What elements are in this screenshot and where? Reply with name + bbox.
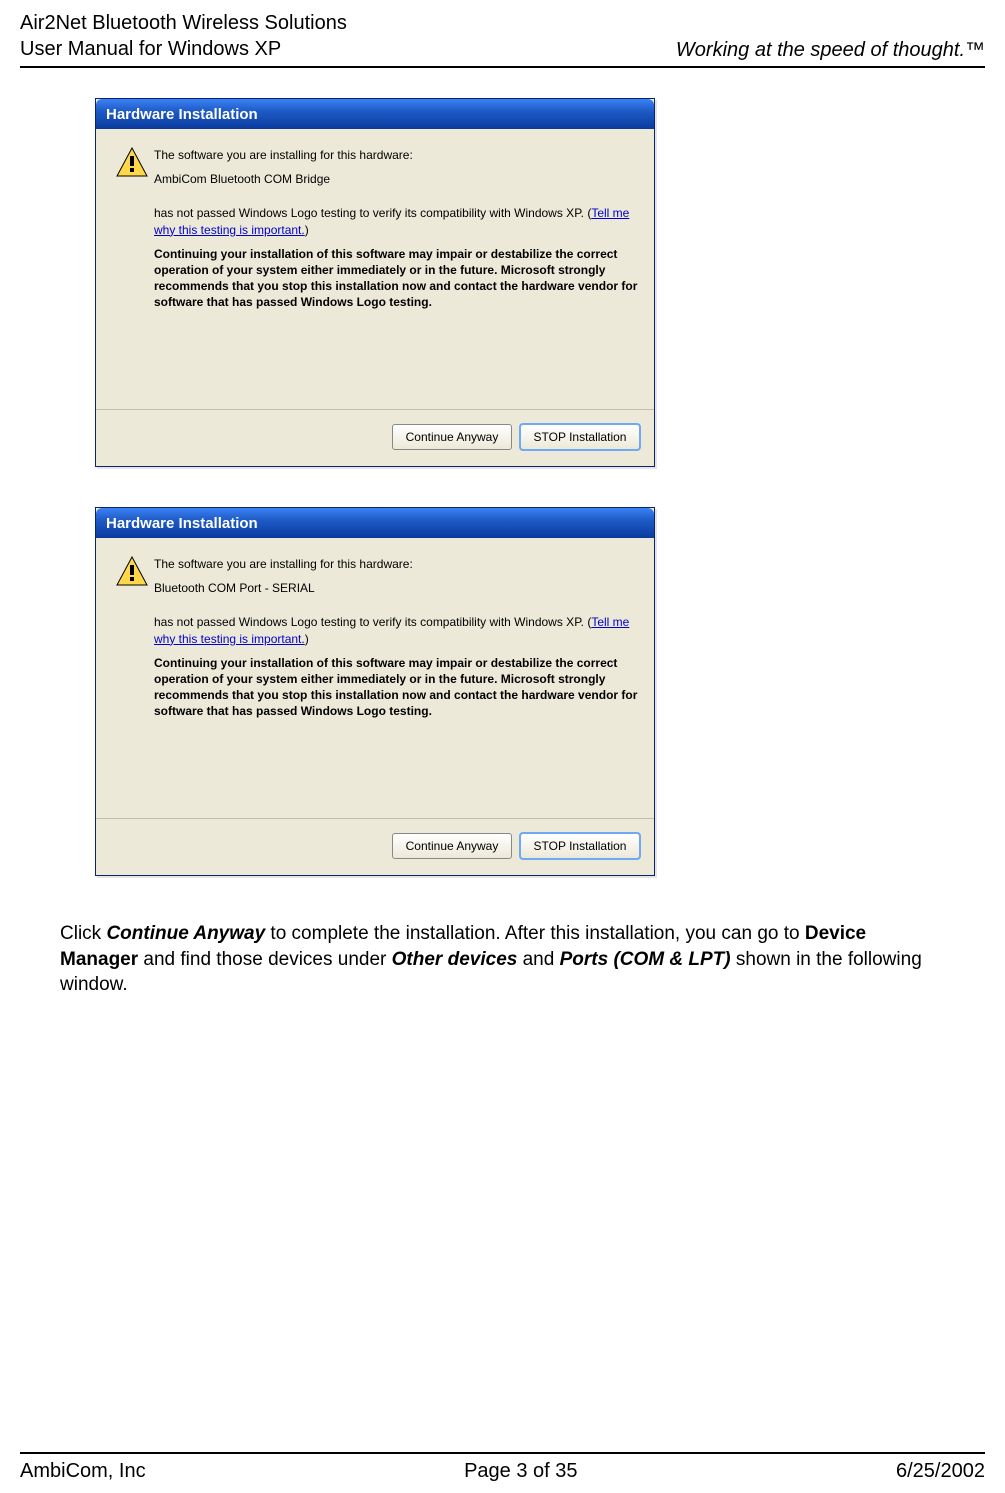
- company-name: AmbiCom, Inc: [20, 1460, 146, 1483]
- other-devices-label: Other devices: [392, 949, 518, 970]
- stop-installation-button[interactable]: STOP Installation: [520, 833, 640, 859]
- page-header: Air2Net Bluetooth Wireless Solutions Use…: [20, 10, 985, 68]
- dialog-body: The software you are installing for this…: [96, 129, 654, 409]
- not-passed-text: has not passed Windows Logo testing to v…: [154, 614, 640, 646]
- dialog-titlebar: Hardware Installation: [96, 508, 654, 538]
- intro-text: The software you are installing for this…: [154, 556, 640, 572]
- document-page: Air2Net Bluetooth Wireless Solutions Use…: [0, 0, 1005, 1493]
- page-footer: AmbiCom, Inc Page 3 of 35 6/25/2002: [20, 1452, 985, 1483]
- hardware-installation-dialog-2: Hardware Installation The software you a…: [95, 507, 655, 876]
- dialog-footer: Continue Anyway STOP Installation: [96, 409, 654, 466]
- dialog-content: The software you are installing for this…: [154, 556, 640, 808]
- product-name: Air2Net Bluetooth Wireless Solutions: [20, 10, 347, 36]
- manual-name: User Manual for Windows XP: [20, 36, 347, 62]
- warning-icon: [116, 556, 148, 586]
- dialog-title: Hardware Installation: [106, 515, 258, 532]
- dialog-footer: Continue Anyway STOP Installation: [96, 818, 654, 875]
- dialog-titlebar: Hardware Installation: [96, 99, 654, 129]
- instruction-paragraph: Click Continue Anyway to complete the in…: [60, 921, 945, 998]
- tagline: Working at the speed of thought.™: [676, 39, 985, 62]
- dialog-body: The software you are installing for this…: [96, 538, 654, 818]
- dialog-title: Hardware Installation: [106, 106, 258, 123]
- footer-date: 6/25/2002: [896, 1460, 985, 1483]
- warning-icon: [116, 147, 148, 177]
- stop-installation-button[interactable]: STOP Installation: [520, 424, 640, 450]
- header-left: Air2Net Bluetooth Wireless Solutions Use…: [20, 10, 347, 62]
- warning-text: Continuing your installation of this sof…: [154, 246, 640, 311]
- icon-column: [110, 147, 154, 399]
- device-name: Bluetooth COM Port - SERIAL: [154, 580, 640, 596]
- continue-anyway-label: Continue Anyway: [106, 923, 265, 944]
- ports-label: Ports (COM & LPT): [560, 949, 731, 970]
- not-passed-text: has not passed Windows Logo testing to v…: [154, 205, 640, 237]
- device-name: AmbiCom Bluetooth COM Bridge: [154, 171, 640, 187]
- hardware-installation-dialog-1: Hardware Installation The software you a…: [95, 98, 655, 467]
- intro-text: The software you are installing for this…: [154, 147, 640, 163]
- page-number: Page 3 of 35: [464, 1460, 577, 1483]
- dialogs-container: Hardware Installation The software you a…: [90, 98, 660, 876]
- dialog-content: The software you are installing for this…: [154, 147, 640, 399]
- continue-anyway-button[interactable]: Continue Anyway: [392, 424, 512, 450]
- continue-anyway-button[interactable]: Continue Anyway: [392, 833, 512, 859]
- icon-column: [110, 556, 154, 808]
- warning-text: Continuing your installation of this sof…: [154, 655, 640, 720]
